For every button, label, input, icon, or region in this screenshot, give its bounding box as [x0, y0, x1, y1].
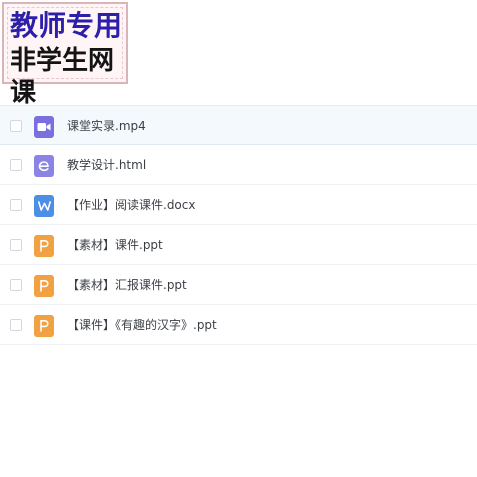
- file-checkbox[interactable]: [10, 199, 22, 211]
- file-row-ppt[interactable]: 【课件】《有趣的汉字》.ppt: [0, 305, 477, 345]
- video-file-icon: [34, 116, 54, 138]
- file-list: 课堂实录.mp4 教学设计.html 【作业】阅读课件.docx 【素材】课件.…: [0, 105, 477, 345]
- file-checkbox[interactable]: [10, 279, 22, 291]
- ppt-file-icon: [34, 235, 54, 257]
- file-name[interactable]: 教学设计.html: [67, 145, 146, 185]
- file-name[interactable]: 【素材】汇报课件.ppt: [67, 265, 187, 305]
- word-file-icon: [34, 195, 54, 217]
- file-checkbox[interactable]: [10, 239, 22, 251]
- ppt-file-icon: [34, 275, 54, 297]
- file-name[interactable]: 【课件】《有趣的汉字》.ppt: [67, 305, 217, 345]
- file-checkbox[interactable]: [10, 159, 22, 171]
- file-row-html[interactable]: 教学设计.html: [0, 145, 477, 185]
- file-name[interactable]: 【作业】阅读课件.docx: [67, 185, 195, 225]
- badge-title: 教师专用: [10, 9, 123, 42]
- file-checkbox[interactable]: [10, 120, 22, 132]
- ppt-file-icon: [34, 315, 54, 337]
- teacher-only-badge: 教师专用 非学生网课: [2, 2, 128, 108]
- file-checkbox[interactable]: [10, 319, 22, 331]
- file-name[interactable]: 【素材】课件.ppt: [67, 225, 163, 265]
- file-row-word[interactable]: 【作业】阅读课件.docx: [0, 185, 477, 225]
- file-row-ppt[interactable]: 【素材】汇报课件.ppt: [0, 265, 477, 305]
- file-list-page: 教师专用 非学生网课 课堂实录.mp4 教学设计.html 【作业】阅读课件.d…: [0, 0, 477, 477]
- file-name[interactable]: 课堂实录.mp4: [67, 106, 146, 146]
- file-row-ppt[interactable]: 【素材】课件.ppt: [0, 225, 477, 265]
- html-file-icon: [34, 155, 54, 177]
- file-row-video[interactable]: 课堂实录.mp4: [0, 105, 477, 145]
- badge-subtitle: 非学生网课: [10, 46, 115, 108]
